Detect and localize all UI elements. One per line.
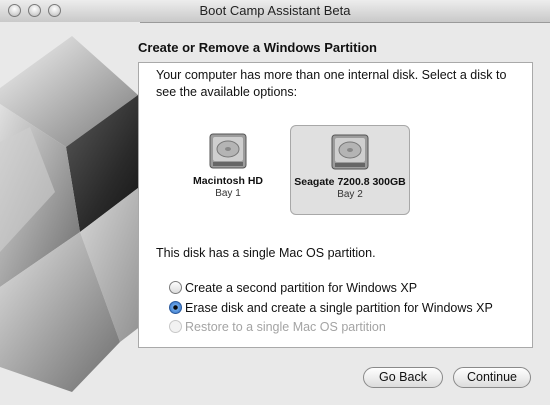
radio-button-selected[interactable]: [169, 301, 182, 314]
continue-button[interactable]: Continue: [453, 367, 531, 388]
radio-button[interactable]: [169, 281, 182, 294]
option-label: Restore to a single Mac OS partition: [185, 320, 386, 334]
disk-name: Seagate 7200.8 300GB: [294, 176, 406, 188]
partition-status-text: This disk has a single Mac OS partition.: [156, 246, 376, 260]
options-panel: Your computer has more than one internal…: [138, 62, 533, 348]
title-bar[interactable]: Boot Camp Assistant Beta: [0, 0, 550, 23]
page-heading: Create or Remove a Windows Partition: [138, 40, 377, 55]
windows-logo-artwork: [0, 22, 140, 405]
window-title: Boot Camp Assistant Beta: [199, 3, 351, 18]
hard-disk-icon: [331, 134, 369, 170]
option-label: Erase disk and create a single partition…: [185, 301, 493, 315]
disk-bay: Bay 1: [215, 188, 241, 199]
disk-bay: Bay 2: [337, 189, 363, 200]
go-back-button[interactable]: Go Back: [363, 367, 443, 388]
intro-text: Your computer has more than one internal…: [156, 68, 507, 99]
hard-disk-icon: [209, 133, 247, 169]
disk-name: Macintosh HD: [192, 175, 263, 187]
disk-macintosh-hd[interactable]: Macintosh HD Bay 1: [168, 125, 288, 215]
boot-camp-window: Boot Camp Assistant Beta Create or Remov…: [0, 0, 550, 405]
disk-seagate[interactable]: Seagate 7200.8 300GB Bay 2: [290, 125, 410, 215]
radio-button-disabled: [169, 320, 182, 333]
option-label: Create a second partition for Windows XP: [185, 281, 418, 295]
